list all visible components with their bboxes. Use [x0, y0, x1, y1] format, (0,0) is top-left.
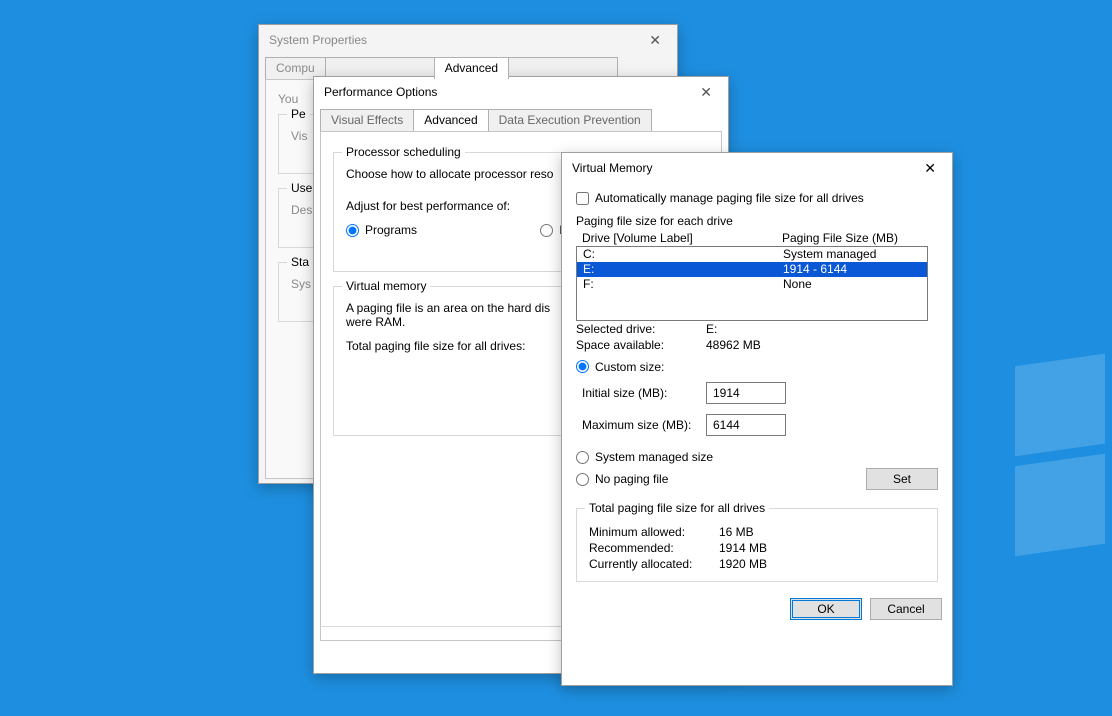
system-properties-titlebar[interactable]: System Properties ✕	[259, 25, 677, 55]
sysprops-user-legend: Use	[287, 181, 316, 195]
close-icon[interactable]: ✕	[918, 153, 942, 183]
radio-background-input[interactable]	[540, 224, 553, 237]
auto-manage-checkbox[interactable]: Automatically manage paging file size fo…	[576, 191, 864, 205]
sysprops-startup-legend: Sta	[287, 255, 313, 269]
space-available-value: 48962 MB	[706, 338, 938, 352]
radio-no-paging-input[interactable]	[576, 473, 589, 486]
performance-options-title: Performance Options	[324, 77, 437, 107]
selected-drive-value: E:	[706, 322, 938, 336]
min-allowed-value: 16 MB	[719, 525, 925, 539]
tab-advanced[interactable]: Advanced	[434, 57, 509, 79]
drive-size: None	[783, 277, 921, 292]
radio-system-managed[interactable]: System managed size	[576, 450, 938, 464]
selected-drive-label: Selected drive:	[576, 322, 706, 336]
maximum-size-input[interactable]	[706, 414, 786, 436]
totals-legend: Total paging file size for all drives	[585, 501, 769, 515]
tab-dep[interactable]: Data Execution Prevention	[488, 109, 652, 131]
set-button[interactable]: Set	[866, 468, 938, 490]
radio-programs-label: Programs	[365, 223, 417, 237]
initial-size-label: Initial size (MB):	[576, 386, 706, 400]
radio-custom-size-label: Custom size:	[595, 360, 664, 374]
performance-options-titlebar[interactable]: Performance Options ✕	[314, 77, 728, 107]
recommended-value: 1914 MB	[719, 541, 925, 555]
drive-size: System managed	[783, 247, 921, 262]
recommended-label: Recommended:	[589, 541, 719, 555]
radio-custom-size[interactable]: Custom size:	[576, 360, 664, 374]
each-drive-label: Paging file size for each drive	[576, 214, 938, 228]
drive-name: C:	[583, 247, 783, 262]
radio-no-paging-label: No paging file	[595, 472, 668, 486]
performance-options-tabs: Visual Effects Advanced Data Execution P…	[314, 109, 728, 131]
initial-size-input[interactable]	[706, 382, 786, 404]
drive-size: 1914 - 6144	[783, 262, 921, 277]
sysprops-perf-legend: Pe	[287, 107, 310, 121]
close-icon[interactable]: ✕	[694, 77, 718, 107]
currently-allocated-value: 1920 MB	[719, 557, 925, 571]
system-properties-title: System Properties	[269, 25, 367, 55]
currently-allocated-label: Currently allocated:	[589, 557, 719, 571]
radio-no-paging[interactable]: No paging file	[576, 472, 668, 486]
min-allowed-label: Minimum allowed:	[589, 525, 719, 539]
radio-system-managed-label: System managed size	[595, 450, 713, 464]
virtual-memory-title: Virtual Memory	[572, 153, 652, 183]
cancel-button[interactable]: Cancel	[870, 598, 942, 620]
drive-row[interactable]: C: System managed	[577, 247, 927, 262]
drive-name: F:	[583, 277, 783, 292]
drive-row[interactable]: E: 1914 - 6144	[577, 262, 927, 277]
close-icon[interactable]: ✕	[643, 25, 667, 55]
drive-header-size: Paging File Size (MB)	[782, 231, 922, 245]
tab-visual-effects[interactable]: Visual Effects	[320, 109, 414, 131]
proc-sched-legend: Processor scheduling	[342, 145, 465, 159]
radio-programs-input[interactable]	[346, 224, 359, 237]
drive-name: E:	[583, 262, 783, 277]
space-available-label: Space available:	[576, 338, 706, 352]
ok-button[interactable]: OK	[790, 598, 862, 620]
virtual-memory-titlebar[interactable]: Virtual Memory ✕	[562, 153, 952, 183]
radio-system-managed-input[interactable]	[576, 451, 589, 464]
auto-manage-checkbox-input[interactable]	[576, 192, 589, 205]
auto-manage-label: Automatically manage paging file size fo…	[595, 191, 864, 205]
drive-list[interactable]: Drive [Volume Label] Paging File Size (M…	[576, 230, 928, 306]
radio-programs[interactable]: Programs	[346, 223, 417, 237]
vm-legend: Virtual memory	[342, 279, 430, 293]
virtual-memory-window: Virtual Memory ✕ Automatically manage pa…	[561, 152, 953, 686]
drive-header-drive: Drive [Volume Label]	[582, 231, 782, 245]
maximum-size-label: Maximum size (MB):	[576, 418, 706, 432]
drive-row[interactable]: F: None	[577, 277, 927, 292]
tab-advanced[interactable]: Advanced	[413, 109, 488, 131]
radio-custom-size-input[interactable]	[576, 360, 589, 373]
